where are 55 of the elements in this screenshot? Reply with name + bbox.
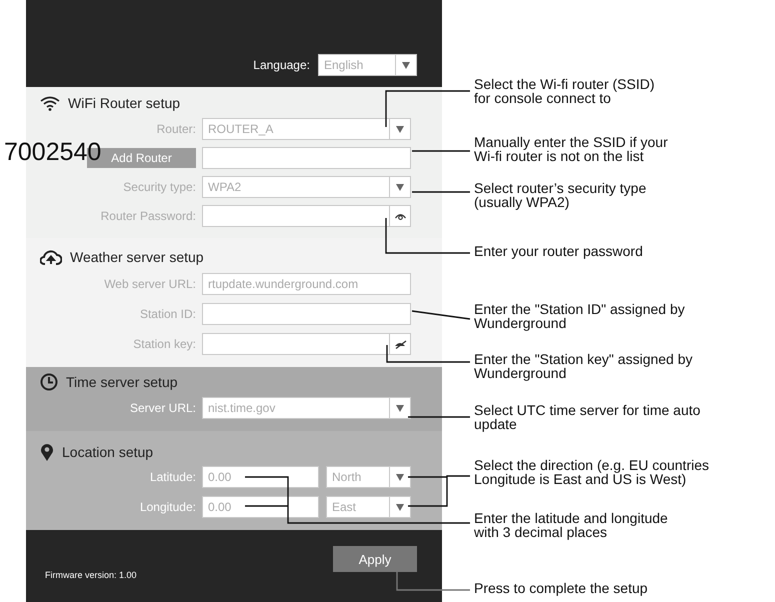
language-label: Language: <box>253 58 310 72</box>
input-field[interactable]: 0.00 <box>202 466 319 488</box>
language-dropdown[interactable]: English <box>318 54 417 76</box>
callout-text: Press to complete the setup <box>474 581 648 595</box>
clock-icon <box>40 373 58 391</box>
password-field[interactable] <box>202 205 411 227</box>
input-field[interactable]: rtupdate.wunderground.com <box>202 273 411 295</box>
eye-slash-icon[interactable] <box>394 340 406 348</box>
section-title: Weather server setup <box>70 249 204 265</box>
wifi-icon <box>40 96 60 110</box>
direction-dropdown[interactable]: East <box>326 496 411 518</box>
cloud-upload-icon <box>40 249 62 265</box>
callout-text: Enter the "Station ID" assigned by Wunderground <box>474 302 685 330</box>
callout-text: Select UTC time server for time auto update <box>474 403 700 431</box>
callout-text: Select the Wi-fi router (SSID) for console connect to <box>474 77 654 105</box>
section-title: WiFi Router setup <box>68 95 180 111</box>
field-label: Router Password: <box>100 209 196 223</box>
field-label: Longitude: <box>140 500 196 514</box>
field-label: Router: <box>156 122 196 136</box>
callout-text: Enter the "Station key" assigned by Wunderground <box>474 352 693 380</box>
callout-text: Enter your router password <box>474 244 643 258</box>
callout-text: Manually enter the SSID if your Wi-fi router is not on the list <box>474 135 668 163</box>
field-label: Station ID: <box>140 307 196 321</box>
leader-line <box>412 191 470 193</box>
section-title: Location setup <box>62 444 154 460</box>
input-field[interactable] <box>202 147 411 169</box>
field-label: Web server URL: <box>104 277 196 291</box>
field-label: Server URL: <box>130 401 196 415</box>
direction-dropdown[interactable]: North <box>326 466 411 488</box>
eye-icon[interactable] <box>394 212 406 220</box>
field-label: Station key: <box>133 337 196 351</box>
caret-icon <box>396 126 404 132</box>
password-field[interactable] <box>202 333 411 355</box>
firmware-version: Firmware version: 1.00 <box>45 570 137 580</box>
input-field[interactable]: 0.00 <box>202 496 319 518</box>
caret-icon <box>402 62 410 68</box>
apply-button[interactable]: Apply <box>333 546 417 572</box>
dropdown[interactable]: WPA2 <box>202 176 411 198</box>
callout-text: Select router’s security type (usually WPA2) <box>474 181 646 209</box>
leader-line <box>408 416 470 418</box>
field-label: Latitude: <box>150 470 196 484</box>
dropdown[interactable]: ROUTER_A <box>202 118 411 140</box>
dropdown[interactable]: nist.time.gov <box>202 397 411 419</box>
caret-icon <box>396 474 404 480</box>
callout-text: Select the direction (e.g. EU countries Longitude is East and US is West) <box>474 458 710 486</box>
field-label: Security type: <box>123 180 196 194</box>
section-title: Time server setup <box>66 374 178 390</box>
map-pin-icon <box>40 443 54 461</box>
caret-icon <box>396 504 404 510</box>
caret-icon <box>396 184 404 190</box>
callout-text: Enter the latitude and longitude with 3 decimal places <box>474 511 668 539</box>
leader-line <box>412 310 470 320</box>
leader-line <box>412 150 470 152</box>
caret-icon <box>396 404 404 412</box>
input-field[interactable] <box>202 303 411 325</box>
